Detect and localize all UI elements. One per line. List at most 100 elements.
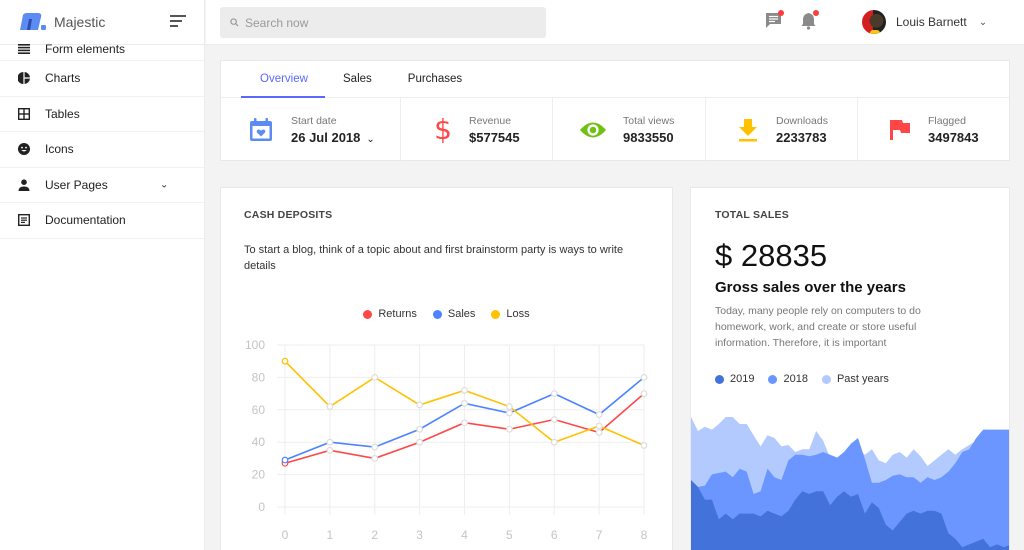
- user-profile-menu[interactable]: Louis Barnett ⌄: [862, 10, 987, 34]
- notifications-button[interactable]: [800, 10, 819, 30]
- messages-button[interactable]: [765, 10, 784, 30]
- smile-icon: [17, 142, 31, 156]
- data-point-loss[interactable]: [371, 373, 379, 381]
- sidebar-item-tables[interactable]: Tables: [0, 97, 204, 132]
- data-point-returns[interactable]: [505, 425, 513, 433]
- stat-revenue: $ Revenue $577545: [401, 98, 553, 161]
- legend-item-2018[interactable]: 2018: [768, 373, 808, 385]
- data-point-returns[interactable]: [416, 438, 424, 446]
- data-point-loss[interactable]: [505, 403, 513, 410]
- stat-label: Downloads: [776, 114, 828, 127]
- data-point-loss[interactable]: [550, 438, 558, 446]
- sidebar-item-documentation[interactable]: Documentation: [0, 203, 204, 239]
- data-point-loss[interactable]: [640, 442, 648, 449]
- data-point-returns[interactable]: [371, 455, 379, 462]
- data-point-sales[interactable]: [371, 443, 379, 451]
- document-icon: [17, 213, 31, 227]
- chevron-down-icon[interactable]: ⌄: [160, 179, 168, 190]
- pie-chart-icon: [17, 71, 31, 85]
- legend-item-2019[interactable]: 2019: [715, 373, 754, 385]
- data-point-loss[interactable]: [281, 357, 289, 365]
- stat-start-date[interactable]: Start date 26 Jul 2018 ⌄: [221, 98, 401, 161]
- data-point-loss[interactable]: [595, 422, 603, 430]
- user-name: Louis Barnett: [896, 15, 967, 29]
- data-point-sales[interactable]: [550, 390, 558, 398]
- sidebar-item-label: Icons: [45, 142, 74, 157]
- sidebar-item-icons[interactable]: Icons: [0, 132, 204, 168]
- download-icon: [736, 116, 760, 144]
- brand-logo-icon[interactable]: [18, 12, 48, 32]
- brand-name: Majestic: [54, 14, 106, 30]
- data-point-sales[interactable]: [326, 438, 334, 446]
- sidebar-nav: Form elements Charts Tables Icons User P…: [0, 37, 204, 239]
- menu-toggle-button[interactable]: [170, 15, 186, 29]
- y-tick-label: 100: [245, 338, 265, 352]
- sidebar-item-user-pages[interactable]: User Pages ⌄: [0, 168, 204, 203]
- x-tick-label: 7: [596, 528, 603, 542]
- flag-icon: [888, 116, 912, 144]
- start-date-dropdown[interactable]: 26 Jul 2018 ⌄: [291, 130, 375, 145]
- area-chart-legend: 2019 2018 Past years: [715, 373, 903, 385]
- search-icon: [230, 18, 239, 27]
- stat-downloads: Downloads 2233783: [706, 98, 858, 161]
- sales-heading: Gross sales over the years: [715, 279, 906, 296]
- legend-item-past-years[interactable]: Past years: [821, 373, 889, 385]
- chevron-down-icon: ⌄: [978, 16, 988, 28]
- x-tick-label: 8: [641, 528, 648, 542]
- stat-label: Total views: [623, 114, 675, 127]
- search-box[interactable]: [220, 7, 546, 38]
- data-point-returns[interactable]: [326, 446, 334, 454]
- sidebar-item-form-elements[interactable]: Form elements: [0, 37, 204, 61]
- data-point-returns[interactable]: [461, 419, 468, 427]
- topbar: Louis Barnett ⌄: [206, 0, 1024, 45]
- user-icon: [17, 178, 31, 192]
- list-icon: [17, 42, 31, 56]
- x-tick-label: 5: [506, 528, 513, 542]
- stat-label: Start date: [291, 114, 337, 127]
- data-point-loss[interactable]: [416, 401, 424, 409]
- data-point-returns[interactable]: [640, 390, 648, 398]
- sidebar-item-label: Tables: [45, 106, 80, 121]
- tab-purchases[interactable]: Purchases: [390, 61, 480, 97]
- stats-row: Start date 26 Jul 2018 ⌄ $ Revenue $57754…: [221, 98, 1009, 161]
- chevron-down-icon: ⌄: [366, 133, 375, 145]
- notification-badge: [778, 10, 784, 16]
- data-point-loss[interactable]: [326, 403, 334, 410]
- data-point-sales[interactable]: [461, 399, 468, 407]
- legend-dot: [715, 374, 724, 384]
- cash-deposits-card: CASH DEPOSITS To start a blog, think of …: [220, 187, 673, 550]
- search-input[interactable]: [245, 15, 525, 30]
- tab-overview[interactable]: Overview: [241, 61, 325, 98]
- data-point-returns[interactable]: [550, 416, 558, 423]
- data-point-loss[interactable]: [461, 386, 468, 394]
- stat-flagged: Flagged 3497843: [858, 98, 1009, 161]
- sales-description: Today, many people rely on computers to …: [715, 305, 921, 349]
- eye-icon: [579, 116, 607, 144]
- x-tick-label: 3: [416, 528, 423, 542]
- sidebar-item-charts[interactable]: Charts: [0, 61, 204, 97]
- notification-badge: [813, 10, 819, 16]
- calendar-icon: [247, 116, 275, 144]
- stat-label: Revenue: [469, 114, 512, 127]
- tab-sales[interactable]: Sales: [325, 61, 390, 97]
- legend-label: 2018: [783, 373, 808, 385]
- line-chart: 0 20 40 60 80 100 0 1 2 3 4 5 6 7 8: [245, 338, 648, 542]
- data-point-returns[interactable]: [595, 429, 603, 436]
- legend-dot: [821, 374, 831, 384]
- data-point-sales[interactable]: [595, 411, 603, 419]
- sidebar-item-label: Form elements: [45, 41, 126, 56]
- stat-value: $577545: [469, 129, 520, 145]
- stat-value: 9833550: [623, 129, 674, 145]
- sidebar: Majestic Form elements Charts Tables Ico…: [0, 0, 205, 550]
- x-tick-label: 2: [371, 528, 378, 542]
- card-title: TOTAL SALES: [715, 209, 789, 221]
- sidebar-item-label: Charts: [45, 71, 81, 86]
- tabs: Overview Sales Purchases: [221, 61, 1009, 98]
- legend-label: Past years: [836, 373, 889, 385]
- data-point-sales[interactable]: [640, 373, 648, 381]
- y-tick-label: 80: [252, 370, 266, 384]
- data-point-sales[interactable]: [281, 456, 289, 464]
- legend-dot: [768, 374, 778, 384]
- data-point-sales[interactable]: [416, 425, 424, 433]
- data-point-sales[interactable]: [505, 409, 513, 417]
